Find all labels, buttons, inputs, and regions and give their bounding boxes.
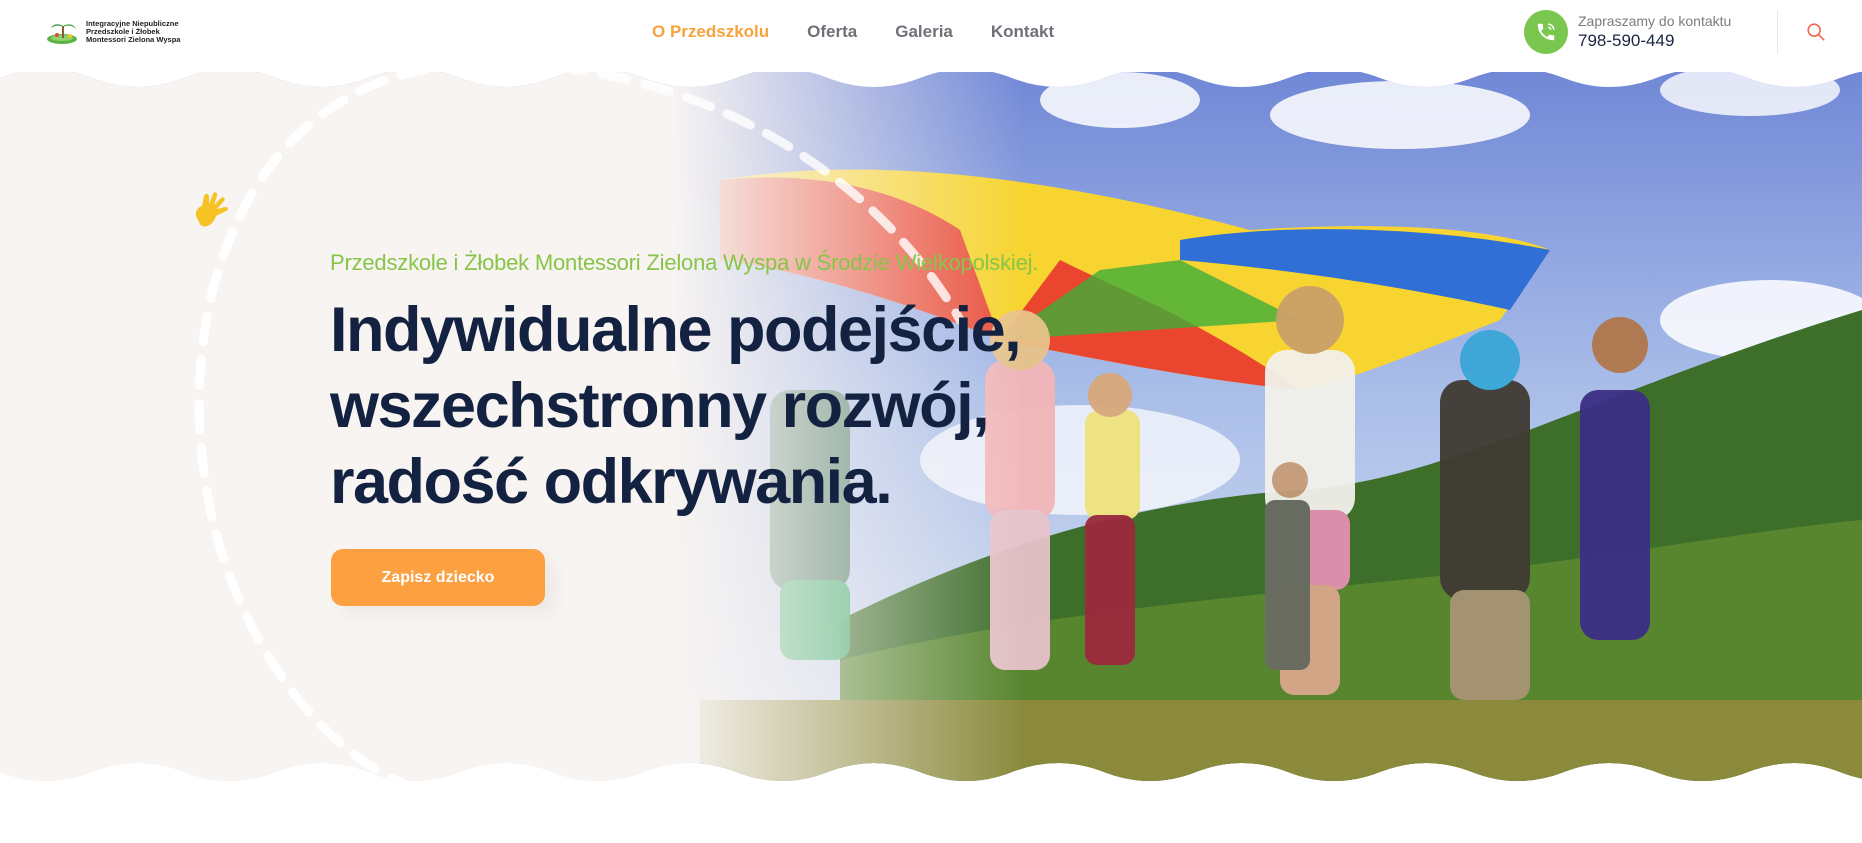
header-divider <box>1777 10 1778 54</box>
search-icon <box>1807 23 1825 41</box>
hero-subtitle: Przedszkole i Żłobek Montessori Zielona … <box>330 250 1039 275</box>
hero-headline-line-3: radość odkrywania. <box>330 447 893 517</box>
phone-icon <box>1537 23 1555 41</box>
logo-line-3: Montessori Zielona Wyspa <box>86 35 181 44</box>
search-button[interactable] <box>1805 21 1829 45</box>
logo-text: Integracyjne Niepubliczne Przedszkole i … <box>86 20 180 44</box>
waving-hand-icon <box>195 192 228 227</box>
site-logo[interactable]: Integracyjne Niepubliczne Przedszkole i … <box>46 18 180 46</box>
main-nav: O Przedszkolu Oferta Galeria Kontakt <box>652 22 1054 42</box>
contact-text: Zapraszamy do kontaktu 798-590-449 <box>1578 13 1731 51</box>
nav-item-oferta[interactable]: Oferta <box>807 22 857 42</box>
hero-headline-line-2: wszechstronny rozwój, <box>330 371 990 441</box>
nav-item-o-przedszkolu[interactable]: O Przedszkolu <box>652 22 769 42</box>
contact-block[interactable]: Zapraszamy do kontaktu 798-590-449 <box>1524 10 1731 54</box>
nav-item-galeria[interactable]: Galeria <box>895 22 953 42</box>
hero-text-block: Przedszkole i Żłobek Montessori Zielona … <box>330 250 1130 520</box>
hero-section: Przedszkole i Żłobek Montessori Zielona … <box>0 60 1862 790</box>
island-logo-icon <box>47 24 77 44</box>
contact-label: Zapraszamy do kontaktu <box>1578 13 1732 29</box>
hero-headline: Indywidualne podejście, wszechstronny ro… <box>330 292 1130 520</box>
site-header: Integracyjne Niepubliczne Przedszkole i … <box>0 0 1862 72</box>
hero-headline-line-1: Indywidualne podejście, <box>330 295 1022 365</box>
contact-phone-number[interactable]: 798-590-449 <box>1578 31 1731 51</box>
enroll-child-button[interactable]: Zapisz dziecko <box>331 549 545 606</box>
nav-item-kontakt[interactable]: Kontakt <box>991 22 1054 42</box>
phone-icon-circle[interactable] <box>1524 10 1568 54</box>
